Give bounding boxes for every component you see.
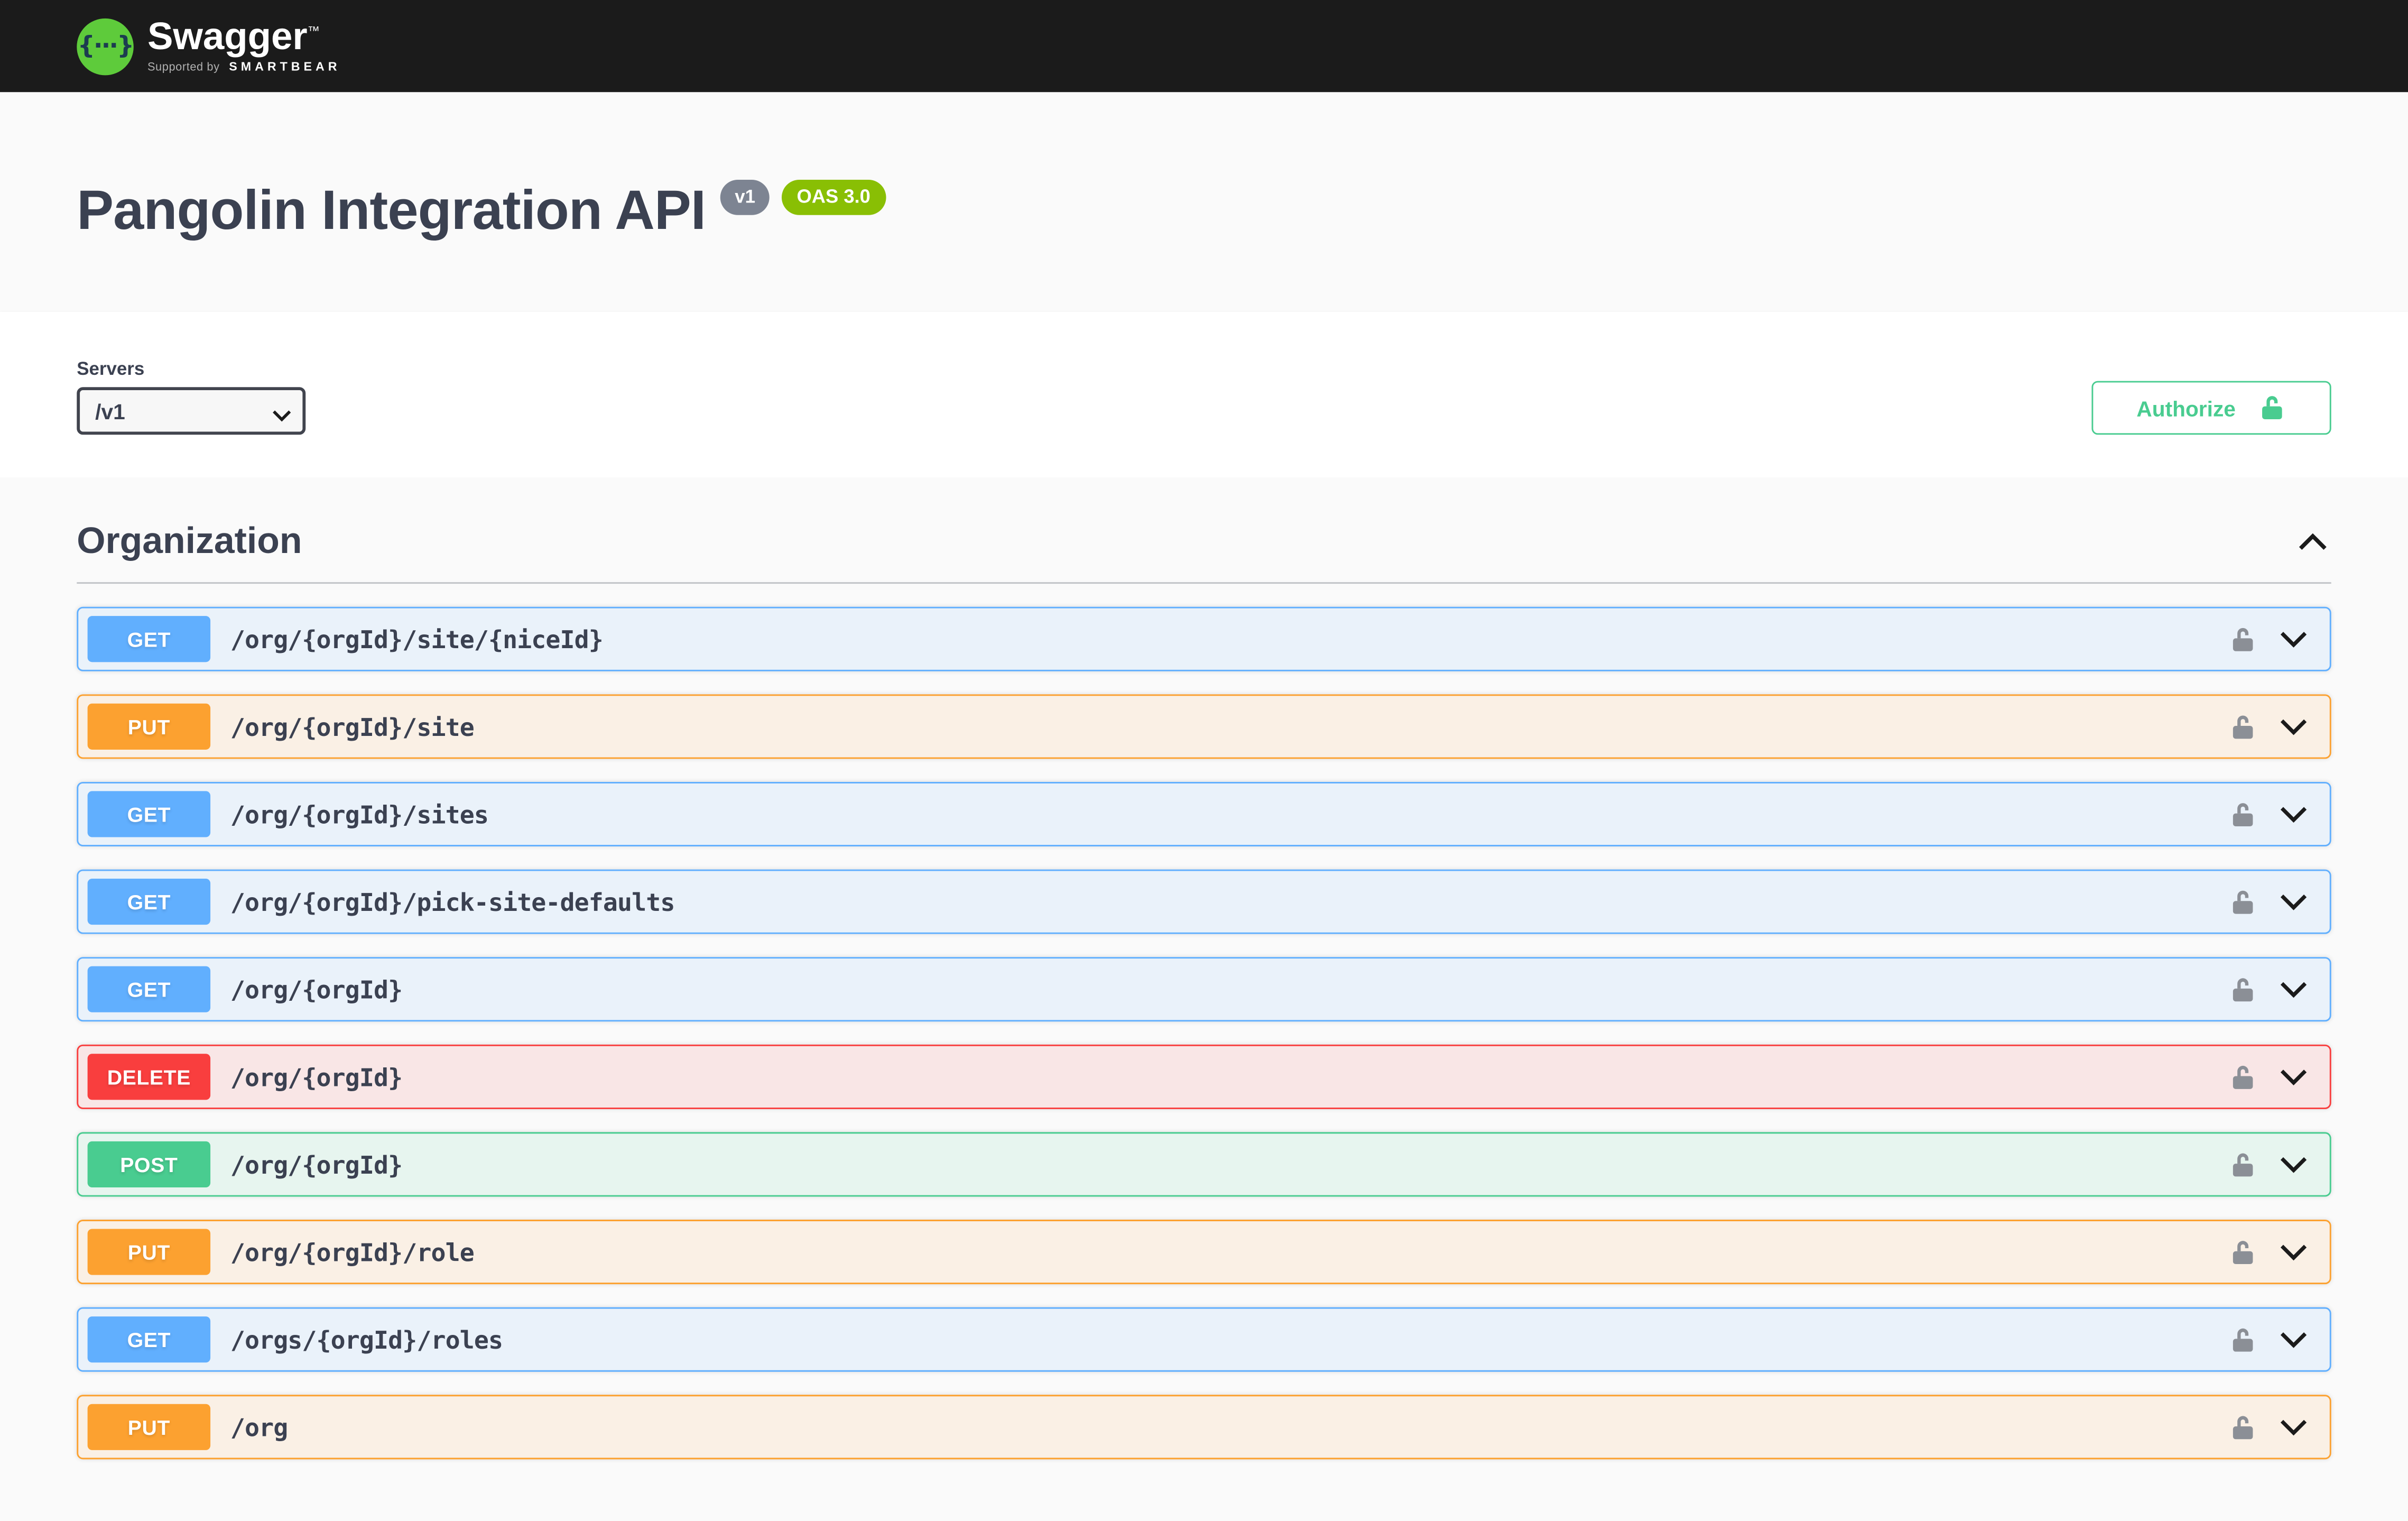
title-row: Pangolin Integration API v1 OAS 3.0 bbox=[77, 177, 2331, 243]
method-badge: PUT bbox=[88, 704, 210, 750]
chevron-down-icon[interactable] bbox=[2276, 802, 2311, 826]
operation-row[interactable]: PUT /org/{orgId}/site bbox=[77, 695, 2331, 759]
chevron-down-icon[interactable] bbox=[2276, 1415, 2311, 1440]
supported-by-text: Supported by bbox=[147, 60, 220, 73]
title-badges: v1 OAS 3.0 bbox=[721, 180, 886, 215]
unlock-icon bbox=[2257, 393, 2286, 422]
method-badge: PUT bbox=[88, 1404, 210, 1450]
logo-text-block: Swagger™ Supported by SMARTBEAR bbox=[147, 19, 341, 74]
method-badge: PUT bbox=[88, 1229, 210, 1275]
servers-select-wrap: /v1 bbox=[77, 388, 305, 435]
chevron-down-icon[interactable] bbox=[2276, 1065, 2311, 1089]
operation-path: /orgs/{orgId}/roles bbox=[230, 1325, 503, 1354]
chevron-down-icon[interactable] bbox=[2276, 1240, 2311, 1264]
operation-path: /org/{orgId} bbox=[230, 975, 402, 1004]
chevron-up-icon[interactable] bbox=[2294, 527, 2331, 558]
operation-row[interactable]: GET /org/{orgId}/sites bbox=[77, 782, 2331, 847]
unlock-icon[interactable] bbox=[2225, 709, 2261, 744]
unlock-icon[interactable] bbox=[2225, 1147, 2261, 1183]
operation-row[interactable]: GET /org/{orgId}/site/{niceId} bbox=[77, 607, 2331, 671]
operation-path: /org/{orgId}/sites bbox=[230, 800, 488, 829]
unlock-icon[interactable] bbox=[2225, 972, 2261, 1007]
chevron-down-icon[interactable] bbox=[2276, 715, 2311, 739]
operation-path: /org/{orgId}/site bbox=[230, 712, 474, 741]
operation-path: /org/{orgId}/role bbox=[230, 1238, 474, 1267]
operation-row[interactable]: GET /org/{orgId} bbox=[77, 957, 2331, 1022]
unlock-icon[interactable] bbox=[2225, 1409, 2261, 1445]
operation-row[interactable]: GET /orgs/{orgId}/roles bbox=[77, 1307, 2331, 1372]
swagger-logo-link[interactable]: {···} Swagger™ Supported by SMARTBEAR bbox=[77, 17, 340, 75]
smartbear-wordmark: SMARTBEAR bbox=[229, 60, 340, 73]
section-title: Organization bbox=[77, 521, 302, 564]
topbar: {···} Swagger™ Supported by SMARTBEAR bbox=[0, 0, 2408, 92]
chevron-down-icon[interactable] bbox=[2276, 1153, 2311, 1177]
operation-path: /org/{orgId}/site/{niceId} bbox=[230, 625, 603, 654]
method-badge: POST bbox=[88, 1141, 210, 1187]
authorize-button[interactable]: Authorize bbox=[2091, 381, 2331, 435]
operation-row[interactable]: PUT /org/{orgId}/role bbox=[77, 1220, 2331, 1285]
chevron-down-icon[interactable] bbox=[2276, 627, 2311, 651]
operation-path: /org/{orgId} bbox=[230, 1063, 402, 1092]
method-badge: GET bbox=[88, 1317, 210, 1363]
servers-block: Servers /v1 bbox=[77, 358, 305, 435]
servers-select[interactable]: /v1 bbox=[77, 388, 305, 435]
operation-path: /org bbox=[230, 1413, 288, 1442]
unlock-icon[interactable] bbox=[2225, 797, 2261, 832]
chevron-down-icon[interactable] bbox=[2276, 890, 2311, 914]
operation-row[interactable]: POST /org/{orgId} bbox=[77, 1132, 2331, 1197]
version-badge: v1 bbox=[721, 180, 769, 215]
scheme-container: Servers /v1 Authorize bbox=[0, 312, 2408, 478]
unlock-icon[interactable] bbox=[2225, 1059, 2261, 1095]
method-badge: DELETE bbox=[88, 1054, 210, 1100]
authorize-label: Authorize bbox=[2136, 396, 2236, 420]
trademark-symbol: ™ bbox=[308, 24, 320, 38]
unlock-icon[interactable] bbox=[2225, 622, 2261, 657]
swagger-ui-page: {···} Swagger™ Supported by SMARTBEAR Pa… bbox=[0, 0, 2408, 1423]
operation-row[interactable]: GET /org/{orgId}/pick-site-defaults bbox=[77, 870, 2331, 934]
method-badge: GET bbox=[88, 966, 210, 1012]
unlock-icon[interactable] bbox=[2225, 884, 2261, 920]
supported-by-line: Supported by SMARTBEAR bbox=[147, 61, 341, 73]
chevron-down-icon[interactable] bbox=[2276, 1328, 2311, 1352]
operation-path: /org/{orgId} bbox=[230, 1150, 402, 1179]
logo-braces-glyph: {···} bbox=[78, 30, 133, 62]
tag-section-organization: Organization GET /org/{orgId}/site/{nice… bbox=[0, 478, 2408, 1521]
brand-name: Swagger™ bbox=[147, 19, 341, 57]
operation-row[interactable]: PUT /org bbox=[77, 1395, 2331, 1460]
method-badge: GET bbox=[88, 879, 210, 925]
unlock-icon[interactable] bbox=[2225, 1234, 2261, 1270]
section-header-organization[interactable]: Organization bbox=[77, 521, 2331, 584]
servers-label: Servers bbox=[77, 358, 305, 380]
swagger-logo-icon: {···} bbox=[77, 17, 134, 75]
chevron-down-icon[interactable] bbox=[2276, 978, 2311, 1002]
method-badge: GET bbox=[88, 616, 210, 662]
page-title: Pangolin Integration API bbox=[77, 177, 706, 243]
oas-badge: OAS 3.0 bbox=[782, 180, 886, 215]
operation-row[interactable]: DELETE /org/{orgId} bbox=[77, 1045, 2331, 1109]
method-badge: GET bbox=[88, 791, 210, 837]
info-section: Pangolin Integration API v1 OAS 3.0 bbox=[0, 92, 2408, 312]
unlock-icon[interactable] bbox=[2225, 1322, 2261, 1358]
operations-list: GET /org/{orgId}/site/{niceId} PUT /org/… bbox=[77, 607, 2331, 1460]
operation-path: /org/{orgId}/pick-site-defaults bbox=[230, 888, 675, 917]
